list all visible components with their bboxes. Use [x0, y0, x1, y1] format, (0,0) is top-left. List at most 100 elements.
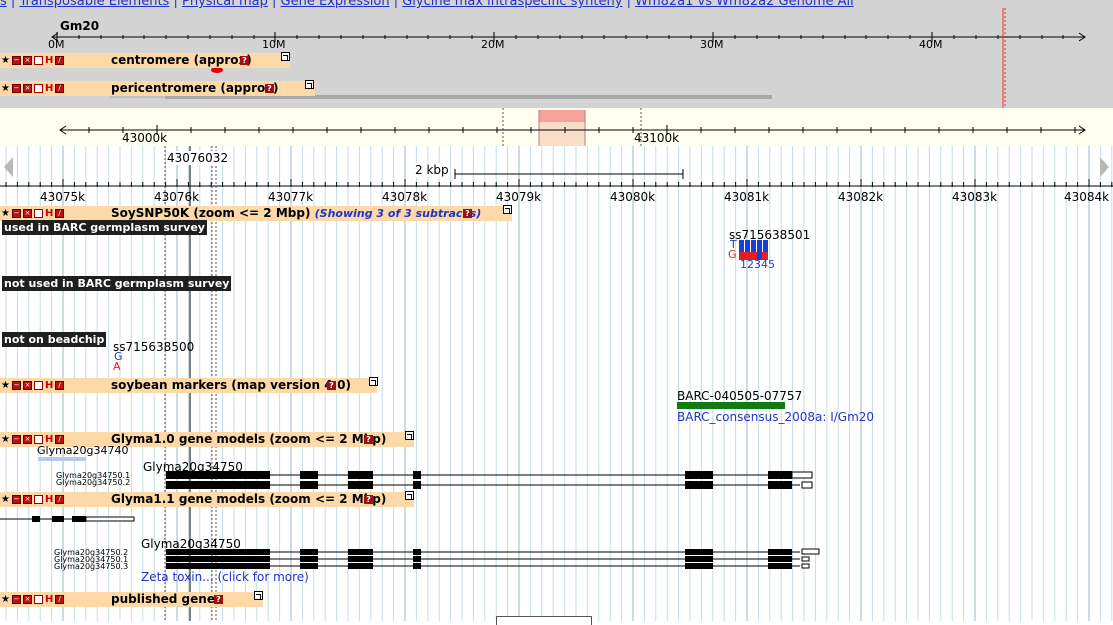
left-gene-glyph[interactable] — [0, 514, 140, 524]
transcript-glyph — [166, 471, 813, 479]
remove-icon[interactable]: × — [23, 495, 32, 504]
favorite-star-icon[interactable]: ★ — [1, 594, 10, 605]
gm10-gene-models[interactable] — [160, 469, 820, 489]
help-icon[interactable]: ? — [364, 435, 373, 444]
highlight-icon[interactable]: H — [45, 594, 53, 605]
overview-scale-label: 10M — [262, 38, 286, 51]
track-label[interactable]: Glyma1.1 gene models (zoom <= 2 Mbp) — [111, 492, 386, 507]
help-icon[interactable]: ? — [265, 84, 274, 93]
track-label[interactable]: soybean markers (map version 4.0) — [111, 378, 351, 393]
highlight-icon[interactable]: H — [45, 55, 53, 66]
collapse-icon[interactable]: − — [12, 84, 21, 93]
track-label[interactable]: centromere (approx) — [111, 53, 252, 68]
region-panel[interactable]: 43000k 43100k — [0, 108, 1113, 146]
highlight-icon[interactable]: H — [45, 83, 53, 94]
marker-name[interactable]: BARC-040505-07757 — [677, 389, 802, 403]
help-icon[interactable]: ? — [364, 495, 373, 504]
download-icon[interactable] — [34, 495, 43, 504]
collapse-icon[interactable]: − — [12, 595, 21, 604]
region-scale-label: 43100k — [634, 131, 680, 145]
scroll-left-icon[interactable] — [4, 157, 14, 177]
favorite-star-icon[interactable]: ★ — [1, 494, 10, 505]
highlight-icon[interactable]: H — [45, 380, 53, 391]
remove-icon[interactable]: × — [23, 84, 32, 93]
download-icon[interactable] — [34, 381, 43, 390]
snp-genotype-bars[interactable] — [738, 240, 770, 260]
external-link-icon[interactable] — [405, 431, 414, 440]
gene-name[interactable]: Glyma20g34740 — [37, 444, 129, 457]
edit-icon[interactable]: / — [55, 209, 64, 218]
download-icon[interactable] — [34, 595, 43, 604]
track-label[interactable]: pericentromere (approx) — [111, 81, 278, 96]
favorite-star-icon[interactable]: ★ — [1, 208, 10, 219]
remove-icon[interactable]: × — [23, 381, 32, 390]
top-nav-item[interactable]: Wm82a1 vs Wm82a2 Genome Ali — [635, 0, 854, 8]
ruler-label: 43081k — [724, 190, 770, 204]
external-link-icon[interactable] — [369, 377, 378, 386]
overview-scale-label: 30M — [700, 38, 724, 51]
scroll-right-icon[interactable] — [1100, 157, 1110, 177]
top-nav-item[interactable]: s — [0, 0, 7, 8]
download-icon[interactable] — [34, 435, 43, 444]
top-nav-item[interactable]: Glycine max intraspecific synteny — [402, 0, 622, 8]
track-tools: ★ − × H / — [1, 55, 64, 66]
top-nav-item[interactable]: Physical map — [182, 0, 268, 8]
overview-panel[interactable]: Gm20 0M 10M 20M 30M 40M ★ − × H / centro… — [0, 8, 1113, 108]
detail-panel[interactable]: 43076032 2 kbp 43075k 43076k 43077k 4307… — [0, 146, 1113, 625]
snp-id[interactable]: ss715638500 — [113, 340, 194, 354]
favorite-star-icon[interactable]: ★ — [1, 83, 10, 94]
external-link-icon[interactable] — [281, 52, 290, 61]
edit-icon[interactable]: / — [55, 595, 64, 604]
collapse-icon[interactable]: − — [12, 209, 21, 218]
remove-icon[interactable]: × — [23, 435, 32, 444]
collapse-icon[interactable]: − — [12, 56, 21, 65]
gene-feature[interactable] — [38, 457, 86, 461]
edit-icon[interactable]: / — [55, 495, 64, 504]
help-icon[interactable]: ? — [214, 595, 223, 604]
subtracks-note[interactable]: (Showing 3 of 3 subtracks) — [315, 207, 482, 220]
top-nav-item[interactable]: Transposable Elements — [19, 0, 169, 8]
external-link-icon[interactable] — [405, 491, 414, 500]
download-icon[interactable] — [34, 84, 43, 93]
track-label[interactable]: published genes — [111, 592, 222, 607]
track-label: SoySNP50K (zoom <= 2 Mbp) (Showing 3 of … — [111, 206, 481, 221]
highlight-icon[interactable]: H — [45, 208, 53, 219]
ruler-label: 43083k — [952, 190, 998, 204]
collapse-icon[interactable]: − — [12, 381, 21, 390]
position-marker-label: 43076032 — [166, 151, 230, 165]
top-nav-item[interactable]: Gene Expression — [281, 0, 390, 8]
gm11-gene-models[interactable] — [160, 547, 830, 571]
remove-icon[interactable]: × — [23, 56, 32, 65]
marker-feature[interactable] — [677, 402, 785, 409]
help-icon[interactable]: ? — [463, 209, 472, 218]
highlight-icon[interactable]: H — [45, 494, 53, 505]
favorite-star-icon[interactable]: ★ — [1, 55, 10, 66]
gene-description-link[interactable]: Zeta toxin... (click for more) — [141, 570, 309, 584]
favorite-star-icon[interactable]: ★ — [1, 380, 10, 391]
remove-icon[interactable]: × — [23, 595, 32, 604]
help-icon[interactable]: ? — [240, 56, 249, 65]
highlight-icon[interactable]: H — [45, 434, 53, 445]
collapse-icon[interactable]: − — [12, 435, 21, 444]
marker-map-link[interactable]: BARC_consensus_2008a: I/Gm20 — [677, 410, 874, 424]
track-tools: ★ − × H / — [1, 594, 64, 605]
external-link-icon[interactable] — [305, 80, 314, 89]
external-link-icon[interactable] — [503, 205, 512, 214]
edit-icon[interactable]: / — [55, 435, 64, 444]
track-label[interactable]: Glyma1.0 gene models (zoom <= 2 Mbp) — [111, 432, 386, 447]
external-link-icon[interactable] — [254, 591, 263, 600]
transcript-name[interactable]: Glyma20g34750.2 — [56, 479, 130, 487]
edit-icon[interactable]: / — [55, 56, 64, 65]
transcript-name[interactable]: Glyma20g34750.3 — [54, 563, 128, 571]
download-icon[interactable] — [34, 56, 43, 65]
download-icon[interactable] — [34, 209, 43, 218]
ruler-label: 43075k — [40, 190, 86, 204]
remove-icon[interactable]: × — [23, 209, 32, 218]
transcript-glyph — [166, 563, 810, 569]
edit-icon[interactable]: / — [55, 381, 64, 390]
edit-icon[interactable]: / — [55, 84, 64, 93]
help-icon[interactable]: ? — [327, 381, 336, 390]
collapse-icon[interactable]: − — [12, 495, 21, 504]
favorite-star-icon[interactable]: ★ — [1, 434, 10, 445]
track-label-text[interactable]: SoySNP50K (zoom <= 2 Mbp) — [111, 206, 310, 220]
